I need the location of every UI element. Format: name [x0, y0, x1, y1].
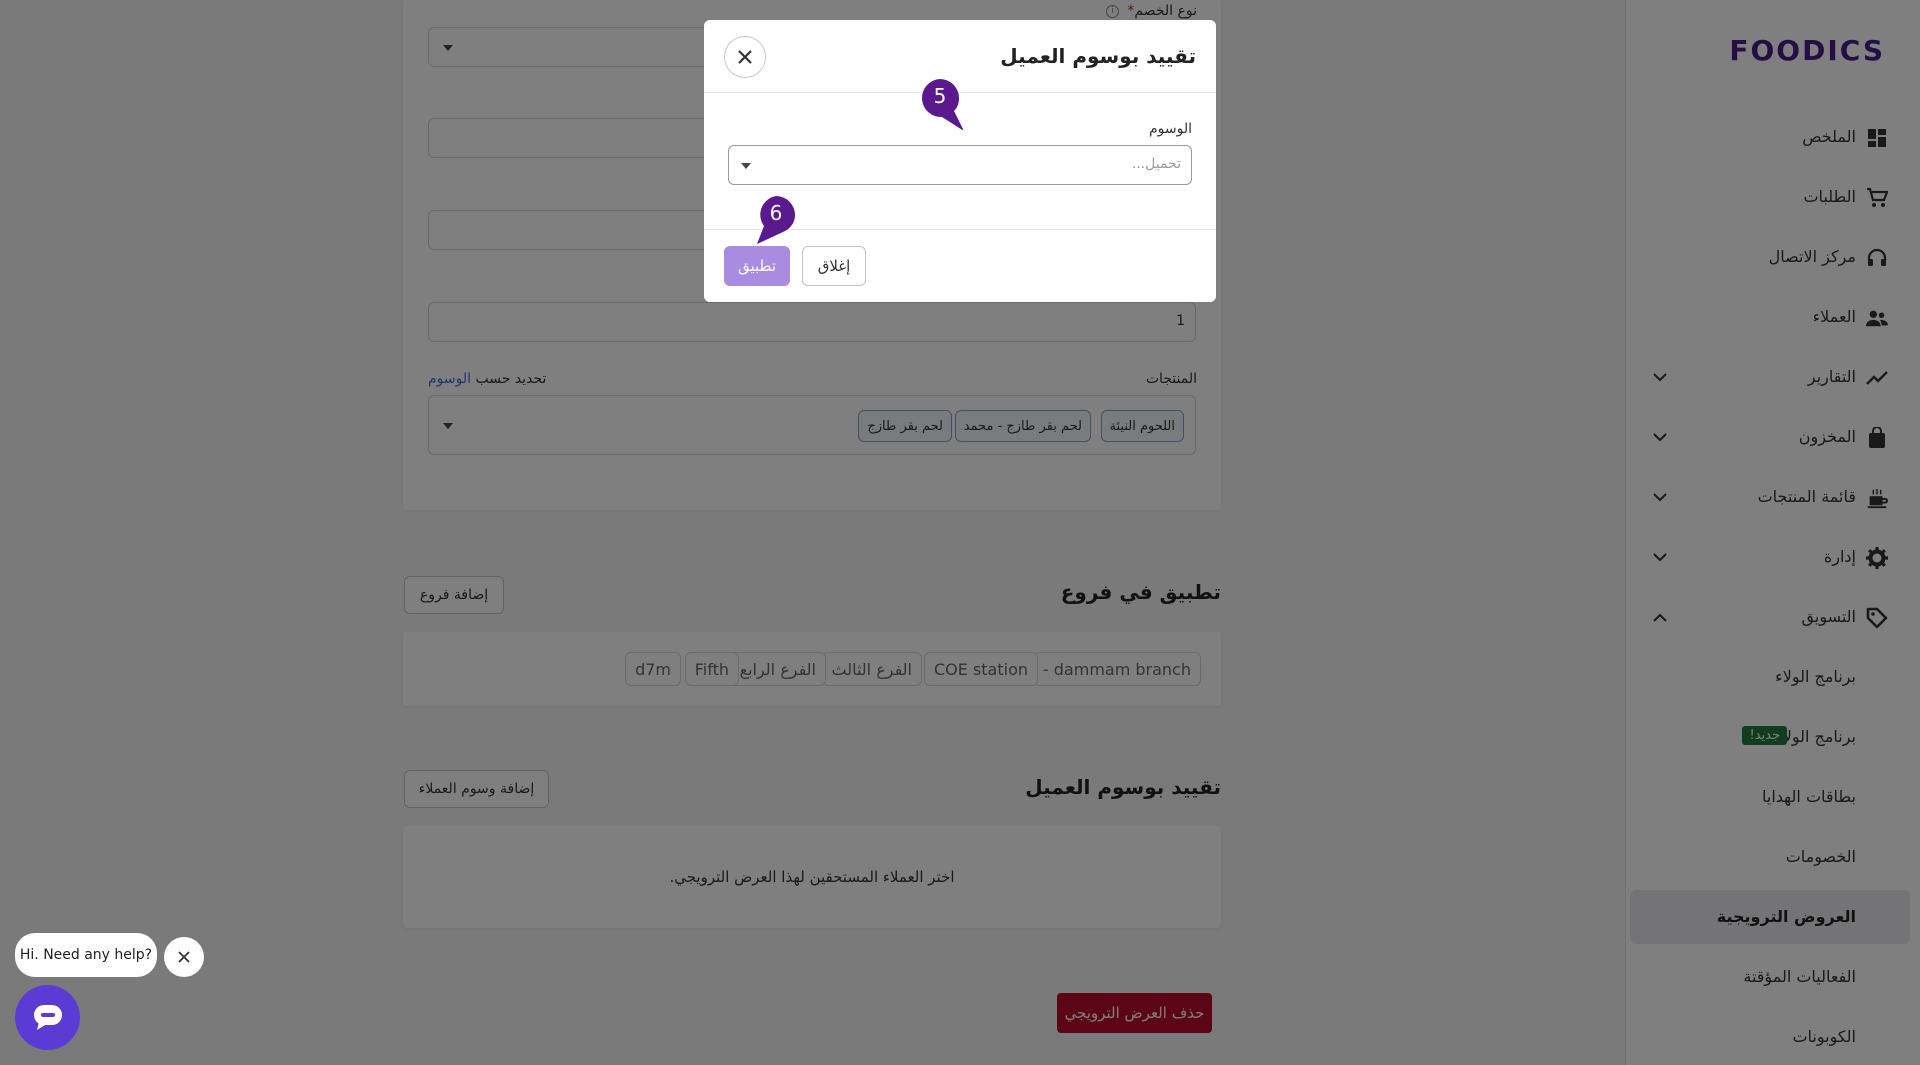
chat-icon — [33, 1004, 62, 1030]
tags-select[interactable]: تحميل... — [728, 145, 1192, 185]
tags-label: الوسوم — [1148, 121, 1192, 137]
chat-launcher-button[interactable] — [15, 985, 80, 1050]
tags-placeholder: تحميل... — [1131, 156, 1181, 172]
step-marker-6: 6 — [757, 196, 799, 244]
close-icon — [738, 50, 752, 64]
step-number: 5 — [933, 84, 947, 108]
modal-title: تقييد بوسوم العميل — [1000, 44, 1196, 68]
close-button[interactable]: إغلاق — [802, 246, 866, 286]
close-icon — [178, 951, 190, 963]
step-marker-5: 5 — [921, 79, 964, 131]
customer-tags-modal: تقييد بوسوم العميل الوسوم تحميل... تطبيق… — [704, 20, 1216, 302]
help-dismiss-button[interactable] — [164, 937, 204, 977]
apply-button[interactable]: تطبيق — [724, 246, 790, 286]
step-number: 6 — [769, 201, 783, 225]
help-message-bubble[interactable]: Hi. Need any help? — [15, 933, 157, 977]
caret-down-icon — [741, 163, 751, 169]
modal-close-button[interactable] — [724, 36, 766, 78]
